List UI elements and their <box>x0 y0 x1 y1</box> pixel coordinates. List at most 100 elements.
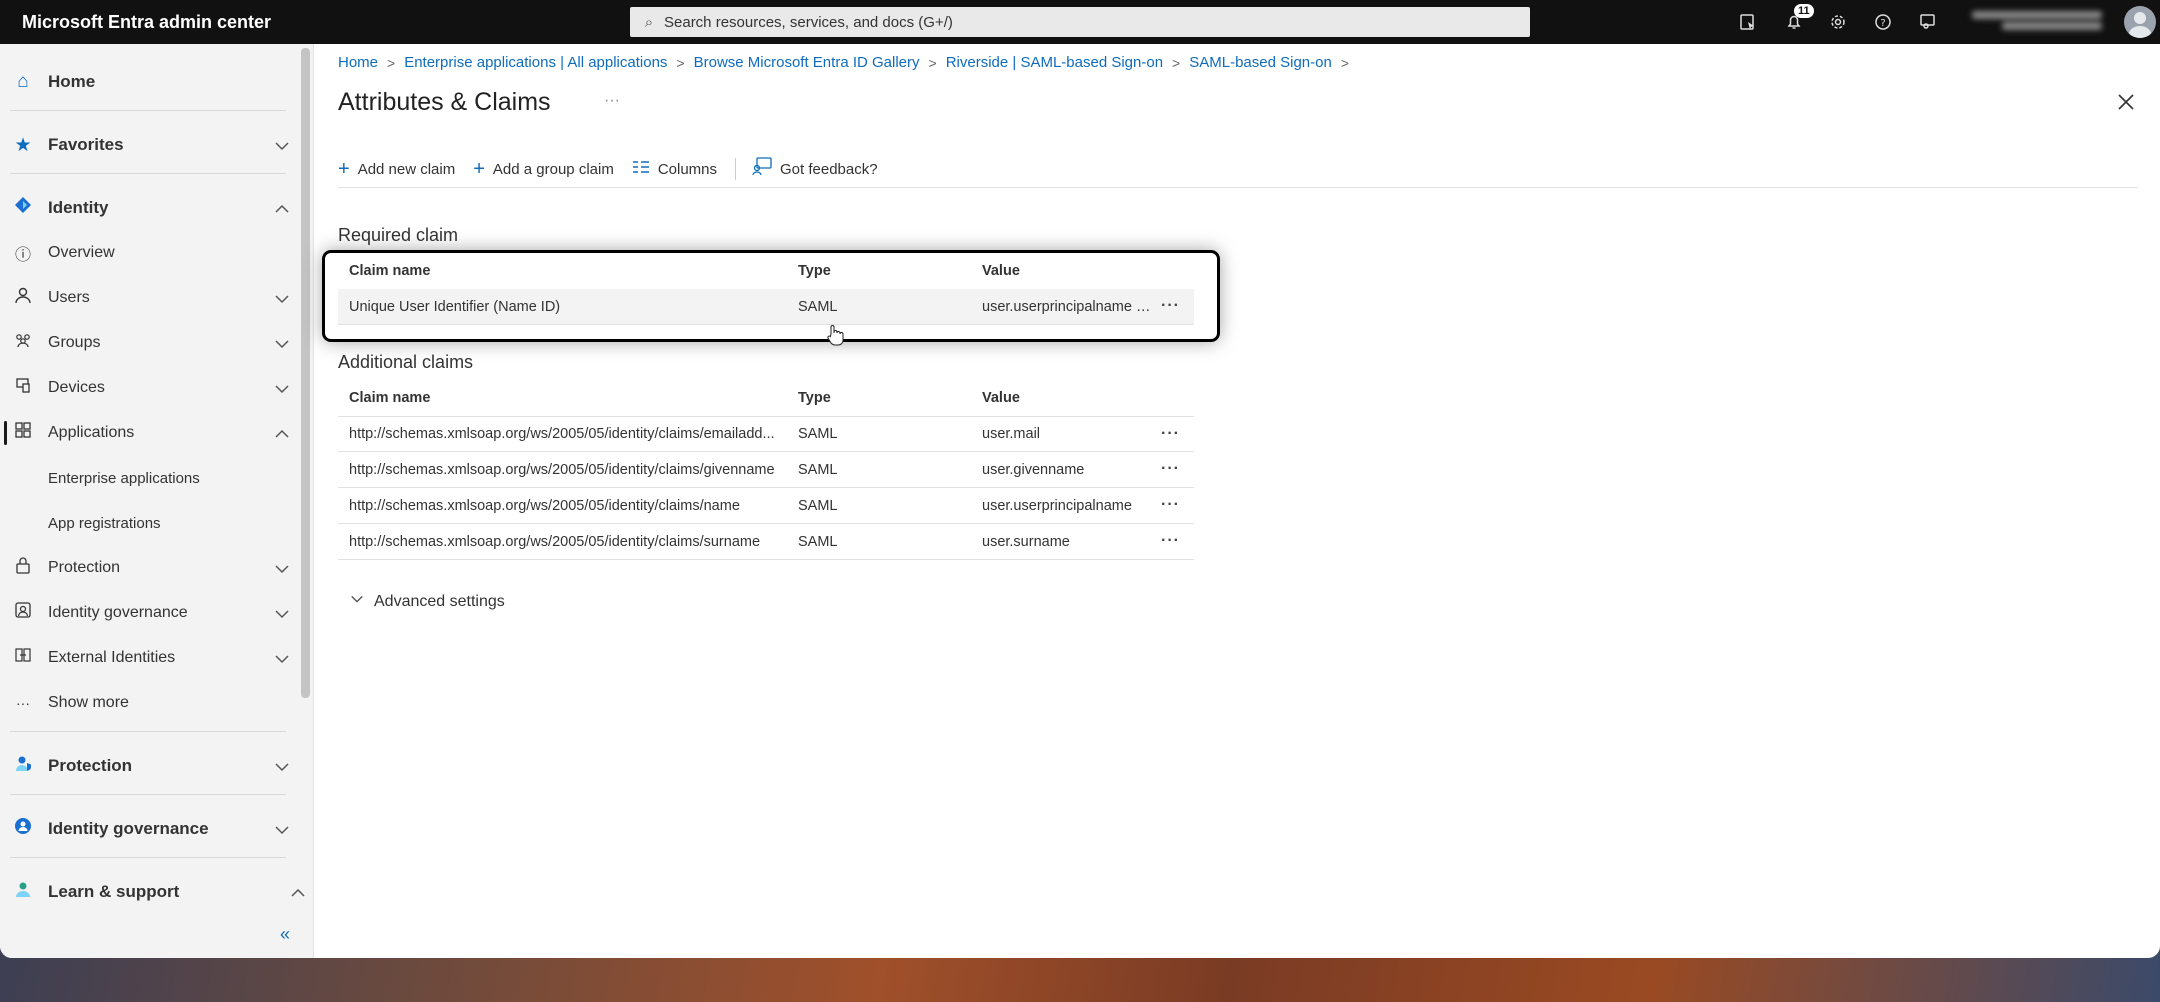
external-identities-icon <box>12 646 34 670</box>
plus-icon: + <box>338 157 350 180</box>
feedback-icon[interactable] <box>1914 8 1942 36</box>
sidebar-scrollbar[interactable] <box>301 48 310 698</box>
breadcrumb-gallery[interactable]: Browse Microsoft Entra ID Gallery <box>694 54 920 71</box>
column-header-claim-name[interactable]: Claim name <box>349 390 789 406</box>
required-claims-table: Claim name Type Value Unique User Identi… <box>338 253 1194 325</box>
chevron-right-icon: > <box>676 54 685 71</box>
chevron-down-icon <box>274 651 289 665</box>
sidebar-item-label: Identity <box>48 198 109 217</box>
sidebar-item-label: Overview <box>48 244 115 261</box>
sidebar-item-protection[interactable]: Protection <box>0 746 300 786</box>
sidebar-item-devices[interactable]: Devices <box>0 368 300 408</box>
sidebar-item-favorites[interactable]: ★ Favorites <box>0 125 300 165</box>
columns-button[interactable]: Columns <box>632 158 717 181</box>
info-icon: ⓘ <box>14 247 31 264</box>
app-title[interactable]: Microsoft Entra admin center <box>22 12 632 33</box>
chevron-down-icon <box>274 381 289 395</box>
breadcrumb-enterprise-applications[interactable]: Enterprise applications | All applicatio… <box>404 54 667 71</box>
table-row[interactable]: Unique User Identifier (Name ID) SAML us… <box>338 289 1194 325</box>
sidebar-item-overview[interactable]: ⓘ Overview <box>0 233 300 273</box>
chevron-right-icon: > <box>387 54 396 71</box>
claim-name-cell[interactable]: http://schemas.xmlsoap.org/ws/2005/05/id… <box>349 462 789 478</box>
button-label: Got feedback? <box>780 160 878 178</box>
sidebar-item-label: Devices <box>48 379 105 396</box>
row-more-options-icon[interactable]: ··· <box>1161 496 1183 514</box>
sidebar-item-groups[interactable]: Groups <box>0 323 300 363</box>
claim-value-cell: user.userprincipalname <box>982 497 1132 514</box>
sidebar-item-show-more[interactable]: ··· Show more <box>0 683 300 723</box>
additional-claims-heading: Additional claims <box>338 352 474 372</box>
table-row[interactable]: http://schemas.xmlsoap.org/ws/2005/05/id… <box>338 488 1194 524</box>
table-row[interactable]: http://schemas.xmlsoap.org/ws/2005/05/id… <box>338 416 1194 452</box>
search-box[interactable]: ⌕ Search resources, services, and docs (… <box>630 7 1530 37</box>
breadcrumb-riverside[interactable]: Riverside | SAML-based Sign-on <box>946 54 1163 71</box>
hand-cursor-icon <box>826 324 844 346</box>
claim-name-cell[interactable]: http://schemas.xmlsoap.org/ws/2005/05/id… <box>349 426 789 442</box>
row-more-options-icon[interactable]: ··· <box>1161 425 1183 443</box>
collapse-sidebar-button[interactable]: « <box>280 924 290 945</box>
governance-icon <box>12 601 34 625</box>
chevron-up-icon <box>290 885 305 899</box>
ellipsis-icon: ··· <box>16 695 30 711</box>
identity-governance-icon <box>12 817 34 841</box>
table-row[interactable]: http://schemas.xmlsoap.org/ws/2005/05/id… <box>338 524 1194 560</box>
sidebar-item-home[interactable]: ⌂ Home <box>0 62 300 102</box>
claim-type-cell: SAML <box>798 426 838 442</box>
sidebar-item-label: Protection <box>48 756 133 775</box>
avatar[interactable] <box>2124 6 2156 38</box>
notifications-icon[interactable]: 11 <box>1780 4 1814 36</box>
feedback-button[interactable]: Got feedback? <box>752 157 878 181</box>
add-group-claim-button[interactable]: + Add a group claim <box>473 158 614 181</box>
claim-name-cell[interactable]: http://schemas.xmlsoap.org/ws/2005/05/id… <box>349 534 789 550</box>
close-icon[interactable] <box>2114 90 2138 114</box>
sidebar: ⌂ Home ★ Favorites Identity ⓘ Overview U… <box>0 44 314 958</box>
groups-icon <box>12 331 34 355</box>
svg-text:?: ? <box>1880 18 1885 29</box>
column-header-claim-name[interactable]: Claim name <box>349 263 789 279</box>
chevron-down-icon <box>350 592 364 611</box>
columns-icon <box>632 158 650 181</box>
sidebar-item-app-registrations[interactable]: App registrations <box>48 503 161 543</box>
breadcrumb-home[interactable]: Home <box>338 54 378 71</box>
sidebar-item-protection-sub[interactable]: Protection <box>0 548 300 588</box>
chevron-up-icon <box>274 201 289 215</box>
copilot-icon[interactable] <box>1734 8 1762 36</box>
sidebar-item-identity-governance[interactable]: Identity governance <box>0 809 300 849</box>
add-new-claim-button[interactable]: + Add new claim <box>338 158 455 181</box>
sidebar-item-identity[interactable]: Identity <box>0 188 300 228</box>
account-info[interactable] <box>1972 8 2122 36</box>
row-more-options-icon[interactable]: ··· <box>1161 297 1183 315</box>
sidebar-item-external-identities[interactable]: External Identities <box>0 638 300 678</box>
required-claim-heading: Required claim <box>338 225 459 245</box>
chevron-down-icon <box>274 759 289 773</box>
column-header-type[interactable]: Type <box>798 263 831 279</box>
sidebar-item-users[interactable]: Users <box>0 278 300 318</box>
home-icon: ⌂ <box>17 71 29 92</box>
row-more-options-icon[interactable]: ··· <box>1161 532 1183 550</box>
column-header-value[interactable]: Value <box>982 263 1152 279</box>
claim-name-cell[interactable]: Unique User Identifier (Name ID) <box>349 299 789 315</box>
advanced-settings-toggle[interactable]: Advanced settings <box>338 592 505 611</box>
sidebar-item-identity-governance-sub[interactable]: Identity governance <box>0 593 300 633</box>
sidebar-item-learn-support[interactable]: Learn & support <box>0 872 305 912</box>
divider <box>10 794 286 795</box>
table-row[interactable]: http://schemas.xmlsoap.org/ws/2005/05/id… <box>338 452 1194 488</box>
settings-gear-icon[interactable] <box>1824 8 1852 36</box>
sidebar-item-applications[interactable]: Applications <box>0 413 300 453</box>
user-icon <box>12 286 34 310</box>
column-header-type[interactable]: Type <box>798 390 831 406</box>
button-label: Add new claim <box>357 160 456 178</box>
row-more-options-icon[interactable]: ··· <box>1161 460 1183 478</box>
sidebar-item-label: Home <box>48 72 96 91</box>
page-more-button[interactable]: ··· <box>604 92 620 110</box>
toolbar-divider <box>735 158 737 180</box>
column-header-value[interactable]: Value <box>982 390 1152 406</box>
claim-type-cell: SAML <box>798 298 838 315</box>
claim-name-cell[interactable]: http://schemas.xmlsoap.org/ws/2005/05/id… <box>349 498 789 514</box>
divider <box>10 173 286 174</box>
sidebar-item-enterprise-applications[interactable]: Enterprise applications <box>48 458 200 498</box>
additional-claims-table: Claim name Type Value http://schemas.xml… <box>338 380 1194 560</box>
help-icon[interactable]: ? <box>1869 8 1897 36</box>
breadcrumb-saml-sign-on[interactable]: SAML-based Sign-on <box>1189 54 1332 71</box>
sidebar-item-label: External Identities <box>48 649 176 666</box>
